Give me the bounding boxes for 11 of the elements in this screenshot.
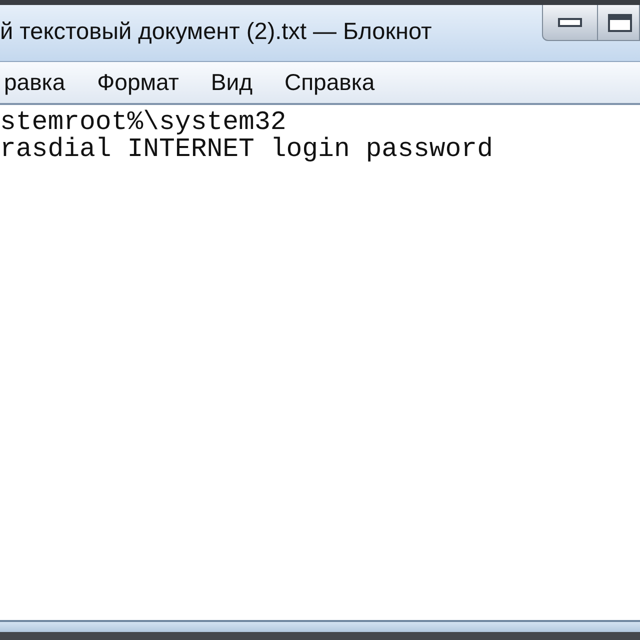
window-title: й текстовый документ (2).txt — Блокнот: [0, 17, 432, 46]
menu-item[interactable]: Справка: [282, 65, 377, 100]
text-line: stemroot%\system32: [0, 109, 286, 136]
maximize-icon: [608, 14, 632, 32]
text-line: rasdial INTERNET login password: [0, 136, 493, 163]
menu-item[interactable]: Вид: [208, 65, 254, 100]
maximize-button[interactable]: [598, 5, 640, 41]
menu-item[interactable]: Формат: [95, 65, 181, 100]
menu-item[interactable]: равка: [2, 65, 68, 100]
minimize-button[interactable]: [542, 5, 598, 41]
minimize-icon: [558, 18, 582, 27]
